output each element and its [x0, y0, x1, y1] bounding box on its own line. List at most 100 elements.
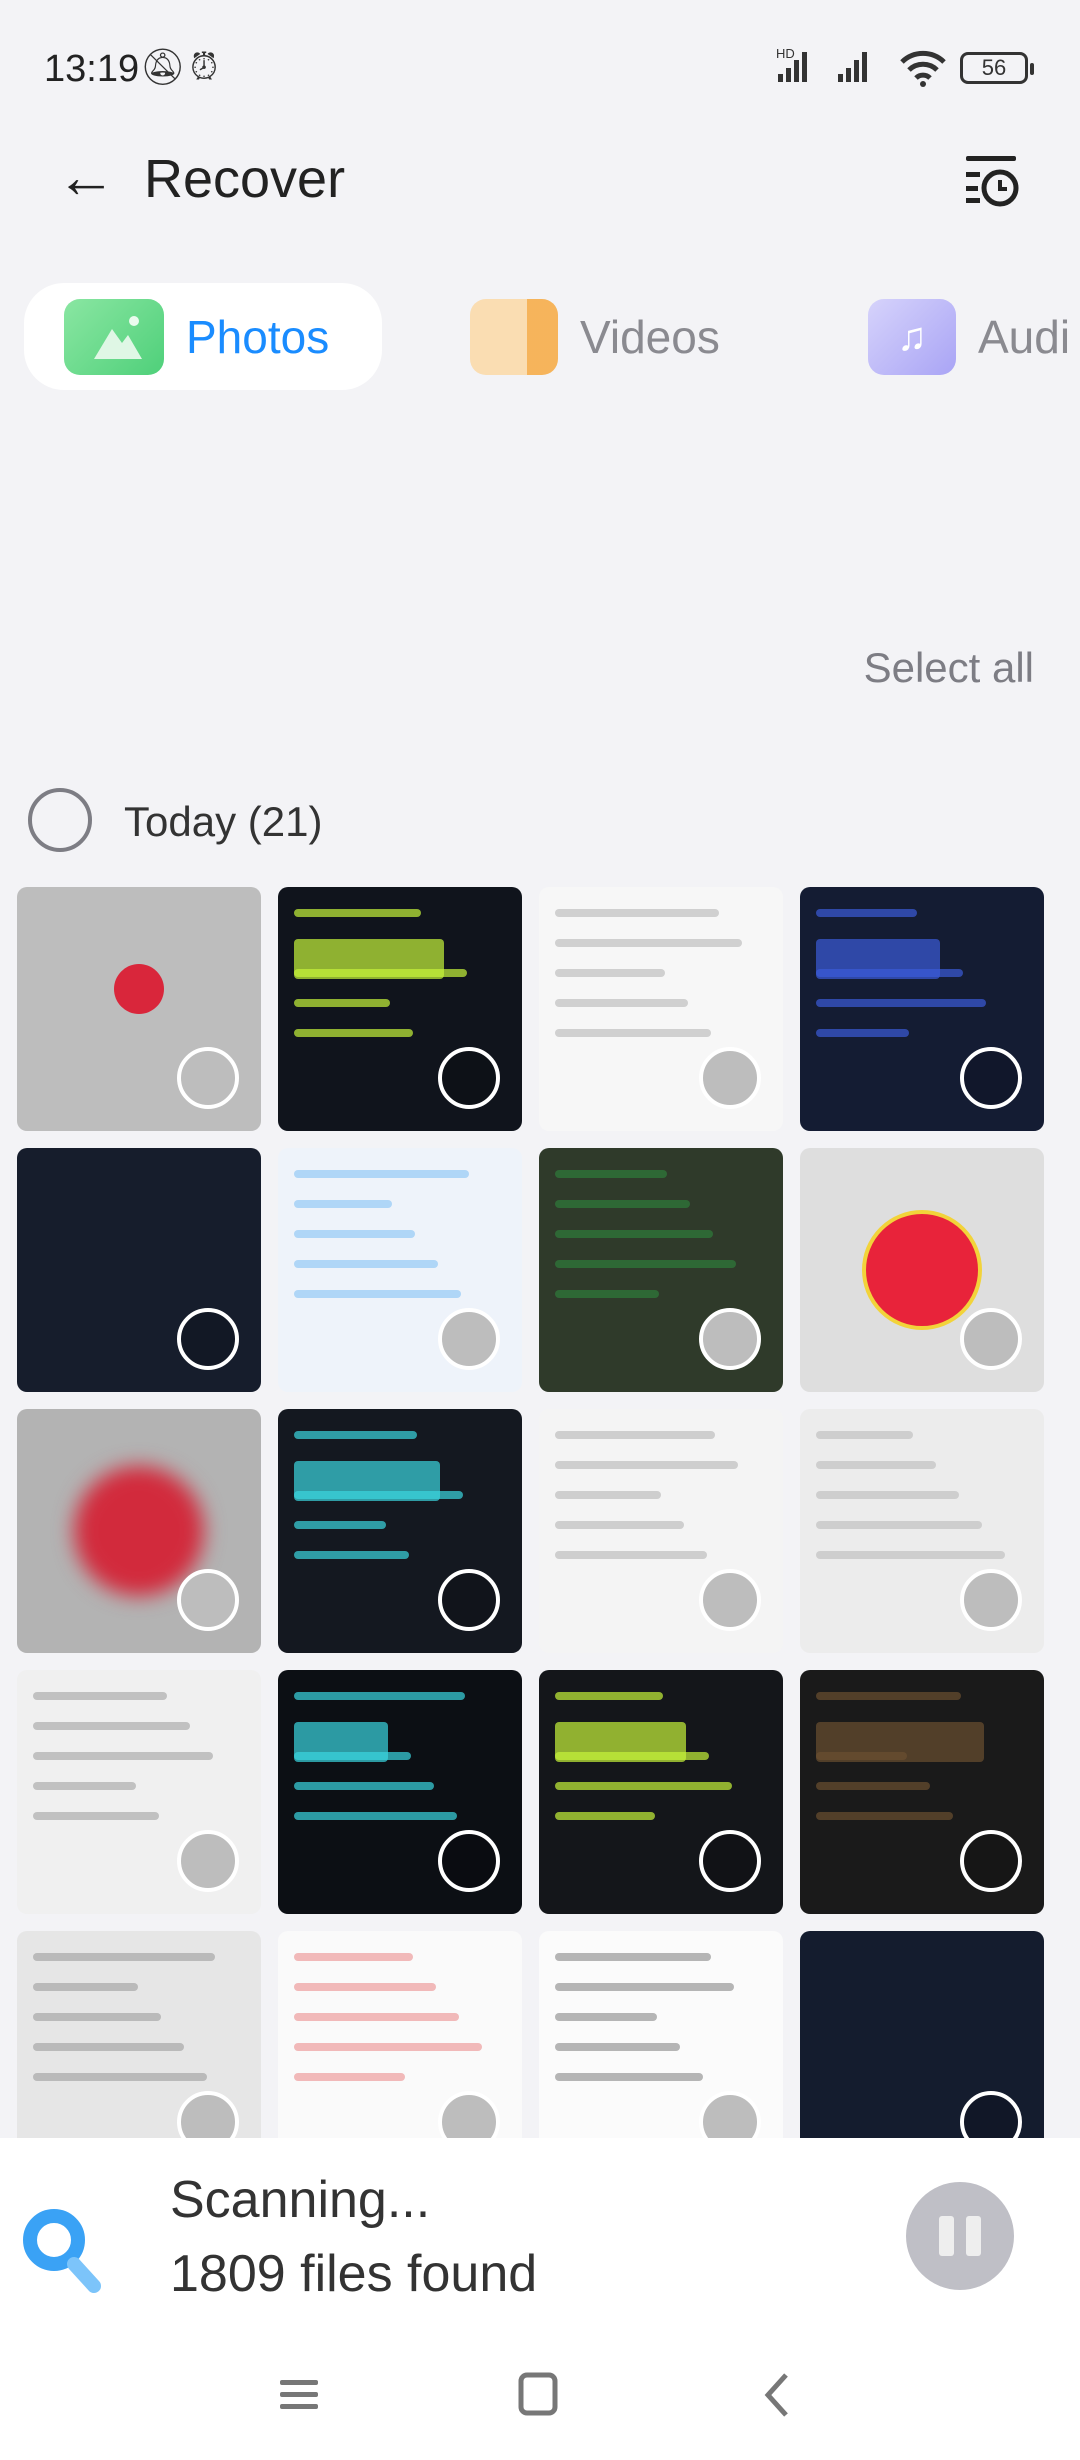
thumbnail-content [555, 1953, 711, 1961]
history-button[interactable] [962, 152, 1022, 208]
thumbnail-content [555, 1431, 715, 1439]
tab-videos[interactable]: Videos [470, 283, 720, 390]
select-checkbox[interactable] [177, 1830, 239, 1892]
thumbnail-content [816, 1521, 982, 1529]
thumbnail-content [555, 1551, 707, 1559]
select-checkbox[interactable] [177, 1308, 239, 1370]
select-checkbox[interactable] [960, 1569, 1022, 1631]
select-checkbox[interactable] [438, 1308, 500, 1370]
select-checkbox[interactable] [699, 1047, 761, 1109]
thumbnail-content [816, 1461, 936, 1469]
thumbnail-content [862, 1210, 982, 1330]
thumbnail-content [555, 1290, 659, 1298]
photo-thumbnail[interactable] [278, 1670, 522, 1914]
thumbnail-content [33, 1722, 190, 1730]
thumbnail-content [555, 1521, 684, 1529]
thumbnail-content [555, 1812, 655, 1820]
menu-icon[interactable] [280, 2374, 320, 2414]
thumbnail-content [816, 969, 963, 977]
photo-thumbnail[interactable] [278, 1148, 522, 1392]
photo-thumbnail[interactable] [800, 1409, 1044, 1653]
select-checkbox[interactable] [699, 1830, 761, 1892]
thumbnail-content [555, 2013, 657, 2021]
alarm-icon: ⏰︎ [190, 46, 219, 87]
thumbnail-content [294, 1260, 438, 1268]
photo-thumbnail[interactable] [539, 1148, 783, 1392]
thumbnail-content [294, 1170, 469, 1178]
photo-thumbnail[interactable] [539, 1409, 783, 1653]
thumbnail-content [33, 2013, 161, 2021]
photo-thumbnail[interactable] [278, 887, 522, 1131]
thumbnail-content [33, 1953, 215, 1961]
thumbnail-content [294, 1782, 434, 1790]
select-checkbox[interactable] [960, 1308, 1022, 1370]
signal-icon: HD [776, 46, 867, 82]
photo-thumbnail[interactable] [278, 1409, 522, 1653]
tab-photos[interactable]: Photos [24, 283, 382, 390]
search-icon [23, 2209, 101, 2293]
select-checkbox[interactable] [699, 1308, 761, 1370]
select-all-button[interactable]: Select all [864, 644, 1034, 692]
photo-thumbnail[interactable] [17, 1670, 261, 1914]
thumbnail-content [555, 999, 688, 1007]
tab-audio[interactable]: ♫ Audi [868, 283, 1070, 390]
back-button[interactable]: ← [56, 142, 116, 212]
photo-thumbnail[interactable] [17, 1148, 261, 1392]
pause-button[interactable] [906, 2182, 1014, 2290]
select-checkbox[interactable] [438, 1569, 500, 1631]
select-checkbox[interactable] [960, 1830, 1022, 1892]
thumbnail-content [294, 999, 390, 1007]
thumbnail-content [294, 1029, 413, 1037]
tab-label: Videos [580, 310, 720, 363]
thumbnail-content [555, 969, 665, 977]
thumbnail-content [555, 1782, 732, 1790]
thumbnail-content [294, 2013, 459, 2021]
battery-icon: 56 [960, 52, 1034, 84]
music-icon: ♫ [868, 298, 956, 375]
thumbnail-content [294, 1230, 415, 1238]
photo-thumbnail[interactable] [17, 1409, 261, 1653]
list-clock-icon [966, 156, 1019, 207]
tab-label: Audi [978, 310, 1071, 363]
bell-off-icon: 🔕︎ [140, 46, 186, 87]
group-checkbox[interactable] [28, 788, 92, 852]
thumbnail-content [816, 1692, 961, 1700]
photo-thumbnail[interactable] [539, 887, 783, 1131]
select-checkbox[interactable] [699, 1569, 761, 1631]
photo-thumbnail[interactable] [800, 887, 1044, 1131]
thumbnail-content [816, 1029, 909, 1037]
photo-thumbnail[interactable] [800, 1148, 1044, 1392]
thumbnail-content [33, 2073, 207, 2081]
chevron-left-icon[interactable] [762, 2372, 792, 2418]
status-bar: 13:19 🔕︎ ⏰︎ HD 56 [0, 0, 1080, 120]
thumbnail-content [294, 969, 467, 977]
thumbnail-content [33, 1812, 159, 1820]
tab-label: Photos [186, 310, 330, 363]
select-checkbox[interactable] [177, 1047, 239, 1109]
thumbnail-content [816, 1491, 959, 1499]
thumbnail-content [555, 1692, 663, 1700]
files-found-count: 1809 files found [170, 2245, 538, 2303]
thumbnail-content [294, 2073, 405, 2081]
photo-thumbnail[interactable] [539, 1670, 783, 1914]
thumbnail-content [33, 1692, 167, 1700]
thumbnail-content [816, 1551, 1005, 1559]
thumbnail-content [555, 2073, 703, 2081]
select-checkbox[interactable] [177, 1569, 239, 1631]
select-checkbox[interactable] [438, 1047, 500, 1109]
group-label: Today (21) [124, 798, 323, 845]
thumbnail-content [294, 1521, 386, 1529]
wifi-icon [900, 50, 946, 87]
thumbnail-content [294, 1752, 411, 1760]
select-checkbox[interactable] [438, 1830, 500, 1892]
home-square-icon[interactable] [518, 2372, 558, 2418]
photo-thumbnail[interactable] [800, 1670, 1044, 1914]
thumbnail-content [114, 964, 164, 1014]
thumbnail-content [294, 1812, 457, 1820]
thumbnail-content [294, 1290, 461, 1298]
select-checkbox[interactable] [960, 1047, 1022, 1109]
photo-thumbnail[interactable] [17, 887, 261, 1131]
thumbnail-content [555, 1983, 734, 1991]
svg-text:HD: HD [776, 46, 795, 61]
thumbnail-content [294, 1491, 463, 1499]
